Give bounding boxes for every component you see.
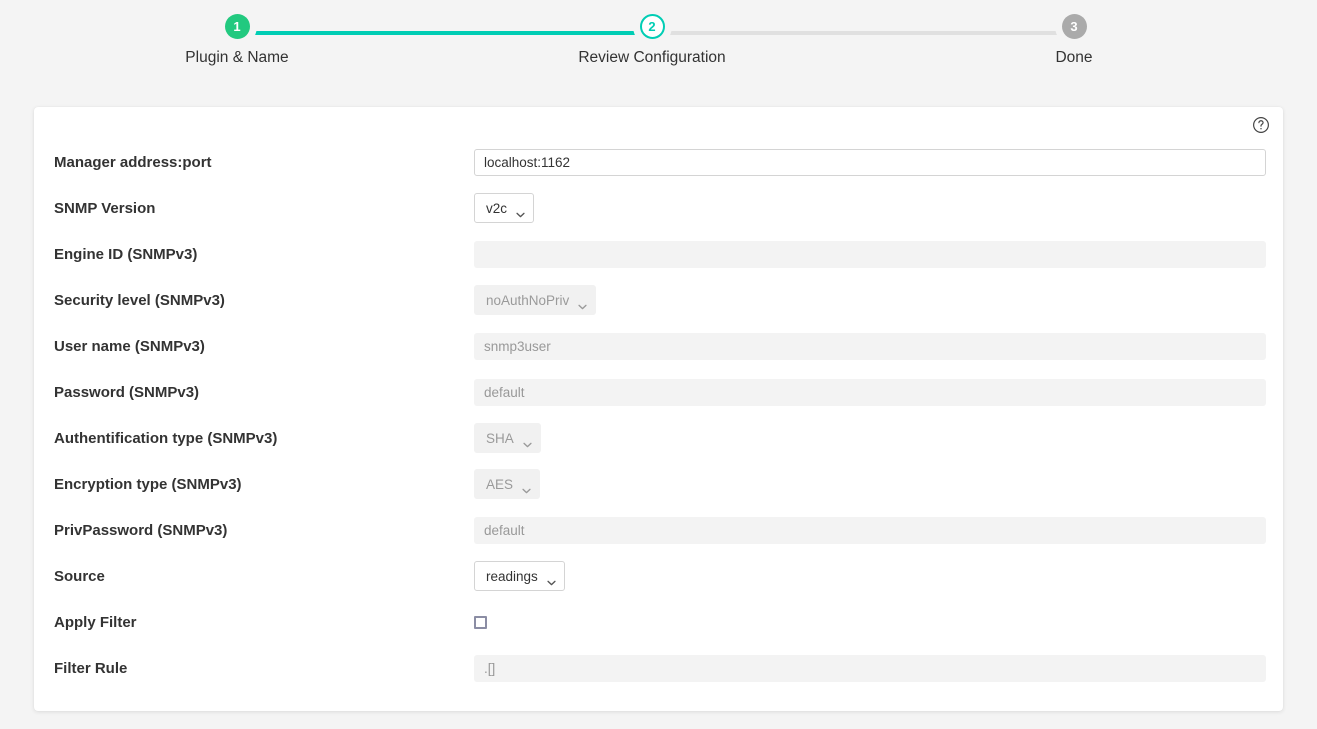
field-control [474,654,1266,682]
field-label: Authentification type (SNMPv3) [54,429,278,447]
chevron-down-icon [522,481,531,494]
field-label: User name (SNMPv3) [54,337,205,355]
field-control [474,516,1266,544]
form-row-user-name-snmpv3: User name (SNMPv3) [54,323,1266,369]
form-row-privpassword-snmpv3: PrivPassword (SNMPv3) [54,507,1266,553]
step-number-bubble: 3 [1061,14,1087,39]
field-control [474,378,1266,406]
security-level-snmpv3-select: noAuthNoPriv [474,285,597,315]
user-name-snmpv3-input [474,332,1266,360]
form-row-apply-filter: Apply Filter [54,599,1266,645]
form-row-security-level-snmpv3: Security level (SNMPv3) noAuthNoPriv [54,277,1266,323]
field-label: Encryption type (SNMPv3) [54,475,242,493]
stepper-step-review-configuration[interactable]: 2 Review Configuration [572,14,732,67]
step-label: Review Configuration [578,49,726,66]
snmp-version-select[interactable]: v2c [474,193,535,223]
source-select[interactable]: readings [474,561,565,591]
help-circle-icon[interactable] [1252,116,1270,134]
field-control: SHA [474,423,1266,453]
filter-rule-input [474,654,1266,682]
field-control [474,332,1266,360]
field-label: PrivPassword (SNMPv3) [54,521,228,539]
configuration-card: Manager address:port SNMP Version v2c Engin… [34,107,1283,711]
select-value: SHA [486,430,514,446]
field-label: Apply Filter [54,613,137,631]
form-row-filter-rule: Filter Rule [54,645,1266,691]
field-label: Filter Rule [54,659,128,677]
password-snmpv3-input [474,378,1266,406]
form-row-encryption-type-snmpv3: Encryption type (SNMPv3) AES [54,461,1266,507]
chevron-down-icon [547,573,556,586]
select-value: AES [486,476,514,492]
wizard-stepper: 1 Plugin & Name 2 Review Configuration 3… [0,0,1317,96]
stepper-step-plugin-name[interactable]: 1 Plugin & Name [157,14,317,67]
snmp-configuration-form: Manager address:port SNMP Version v2c Engin… [34,139,1283,691]
field-control [474,240,1266,268]
step-label: Done [1055,49,1093,66]
field-control: AES [474,469,1266,499]
chevron-down-icon [578,297,587,310]
field-label: Manager address:port [54,153,212,171]
manager-address-port-input[interactable] [474,148,1266,176]
step-label: Plugin & Name [185,49,289,66]
encryption-type-snmpv3-select: AES [474,469,541,499]
chevron-down-icon [516,205,525,218]
field-label: Source [54,567,105,585]
field-control: readings [474,561,1266,591]
form-row-authentification-type-snmpv3: Authentification type (SNMPv3) SHA [54,415,1266,461]
authentification-type-snmpv3-select: SHA [474,423,541,453]
field-label: Security level (SNMPv3) [54,291,225,309]
form-row-manager-address-port: Manager address:port [54,139,1266,185]
field-control [474,615,1266,629]
field-control: v2c [474,193,1266,223]
step-number-bubble: 1 [224,14,250,39]
form-row-password-snmpv3: Password (SNMPv3) [54,369,1266,415]
step-number-bubble: 2 [639,14,665,39]
apply-filter-checkbox[interactable] [474,615,487,629]
form-row-source: Source readings [54,553,1266,599]
select-value: noAuthNoPriv [486,292,570,308]
select-value: v2c [486,200,508,216]
field-label: Engine ID (SNMPv3) [54,245,198,263]
field-control [474,148,1266,176]
stepper-step-done[interactable]: 3 Done [994,14,1154,67]
field-label: SNMP Version [54,199,156,217]
field-label: Password (SNMPv3) [54,383,200,401]
privpassword-snmpv3-input [474,516,1266,544]
engine-id-snmpv3-input [474,240,1266,268]
form-row-snmp-version: SNMP Version v2c [54,185,1266,231]
chevron-down-icon [523,435,532,448]
field-control: noAuthNoPriv [474,285,1266,315]
select-value: readings [486,568,538,584]
form-row-engine-id-snmpv3: Engine ID (SNMPv3) [54,231,1266,277]
